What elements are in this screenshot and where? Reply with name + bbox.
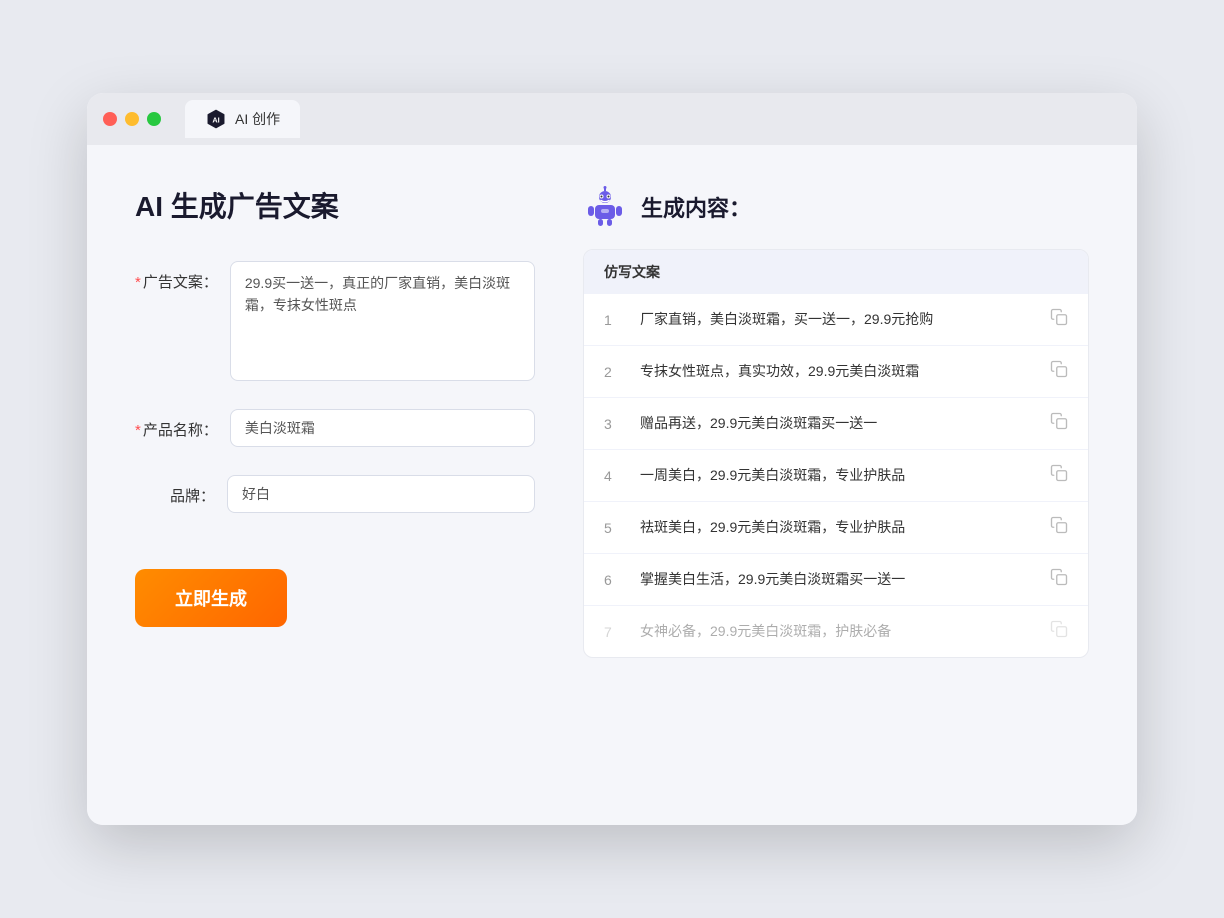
form-group-brand: 品牌： 好白 — [135, 475, 535, 513]
robot-icon — [583, 185, 627, 229]
browser-window: AI AI 创作 AI 生成广告文案 *广告文案： 29.9买一送一，真正的厂家… — [87, 93, 1137, 825]
table-row: 7 女神必备，29.9元美白淡斑霜，护肤必备 — [584, 606, 1088, 657]
required-star-ad: * — [135, 274, 141, 291]
row-text: 厂家直销，美白淡斑霜，买一送一，29.9元抢购 — [640, 309, 1034, 330]
title-bar: AI AI 创作 — [87, 93, 1137, 145]
row-number: 4 — [604, 468, 624, 484]
row-number: 5 — [604, 520, 624, 536]
main-content: AI 生成广告文案 *广告文案： 29.9买一送一，真正的厂家直销，美白淡斑霜，… — [87, 145, 1137, 825]
product-label: *产品名称： — [135, 409, 218, 440]
results-list: 1 厂家直销，美白淡斑霜，买一送一，29.9元抢购 2 专抹女性斑点，真实功效，29.… — [584, 294, 1088, 657]
row-text: 赠品再送，29.9元美白淡斑霜买一送一 — [640, 413, 1034, 434]
svg-text:AI: AI — [212, 116, 219, 125]
copy-icon[interactable] — [1050, 360, 1068, 383]
table-row: 6 掌握美白生活，29.9元美白淡斑霜买一送一 — [584, 554, 1088, 606]
copy-icon[interactable] — [1050, 308, 1068, 331]
table-row: 1 厂家直销，美白淡斑霜，买一送一，29.9元抢购 — [584, 294, 1088, 346]
minimize-button[interactable] — [125, 112, 139, 126]
required-star-product: * — [135, 422, 141, 439]
copy-icon[interactable] — [1050, 620, 1068, 643]
row-text: 女神必备，29.9元美白淡斑霜，护肤必备 — [640, 621, 1034, 642]
left-panel: AI 生成广告文案 *广告文案： 29.9买一送一，真正的厂家直销，美白淡斑霜，… — [135, 185, 535, 785]
table-row: 2 专抹女性斑点，真实功效，29.9元美白淡斑霜 — [584, 346, 1088, 398]
form-group-product: *产品名称： 美白淡斑霜 — [135, 409, 535, 447]
table-row: 4 一周美白，29.9元美白淡斑霜，专业护肤品 — [584, 450, 1088, 502]
copy-icon[interactable] — [1050, 568, 1068, 591]
generate-button[interactable]: 立即生成 — [135, 569, 287, 627]
table-row: 3 赠品再送，29.9元美白淡斑霜买一送一 — [584, 398, 1088, 450]
product-input[interactable]: 美白淡斑霜 — [230, 409, 535, 447]
row-number: 2 — [604, 364, 624, 380]
maximize-button[interactable] — [147, 112, 161, 126]
ad-copy-label: *广告文案： — [135, 261, 218, 292]
form-group-ad-copy: *广告文案： 29.9买一送一，真正的厂家直销，美白淡斑霜，专抹女性斑点 — [135, 261, 535, 381]
row-number: 7 — [604, 624, 624, 640]
brand-input[interactable]: 好白 — [227, 475, 535, 513]
copy-icon[interactable] — [1050, 516, 1068, 539]
traffic-lights — [103, 112, 161, 126]
tab-ai-creation[interactable]: AI AI 创作 — [185, 100, 300, 138]
table-header: 仿写文案 — [584, 250, 1088, 294]
close-button[interactable] — [103, 112, 117, 126]
row-number: 3 — [604, 416, 624, 432]
tab-label: AI 创作 — [235, 109, 280, 129]
result-header: 生成内容： — [583, 185, 1089, 229]
right-panel: 生成内容： 仿写文案 1 厂家直销，美白淡斑霜，买一送一，29.9元抢购 2 专抹女性… — [583, 185, 1089, 785]
row-number: 1 — [604, 312, 624, 328]
row-text: 祛斑美白，29.9元美白淡斑霜，专业护肤品 — [640, 517, 1034, 538]
ad-copy-input[interactable]: 29.9买一送一，真正的厂家直销，美白淡斑霜，专抹女性斑点 — [230, 261, 535, 381]
copy-icon[interactable] — [1050, 412, 1068, 435]
results-table: 仿写文案 1 厂家直销，美白淡斑霜，买一送一，29.9元抢购 2 专抹女性斑点，真实功… — [583, 249, 1089, 658]
table-row: 5 祛斑美白，29.9元美白淡斑霜，专业护肤品 — [584, 502, 1088, 554]
row-text: 一周美白，29.9元美白淡斑霜，专业护肤品 — [640, 465, 1034, 486]
row-text: 掌握美白生活，29.9元美白淡斑霜买一送一 — [640, 569, 1034, 590]
brand-label: 品牌： — [135, 475, 215, 506]
row-text: 专抹女性斑点，真实功效，29.9元美白淡斑霜 — [640, 361, 1034, 382]
row-number: 6 — [604, 572, 624, 588]
page-title: AI 生成广告文案 — [135, 185, 535, 225]
result-title: 生成内容： — [641, 191, 751, 223]
ai-tab-icon: AI — [205, 108, 227, 130]
copy-icon[interactable] — [1050, 464, 1068, 487]
